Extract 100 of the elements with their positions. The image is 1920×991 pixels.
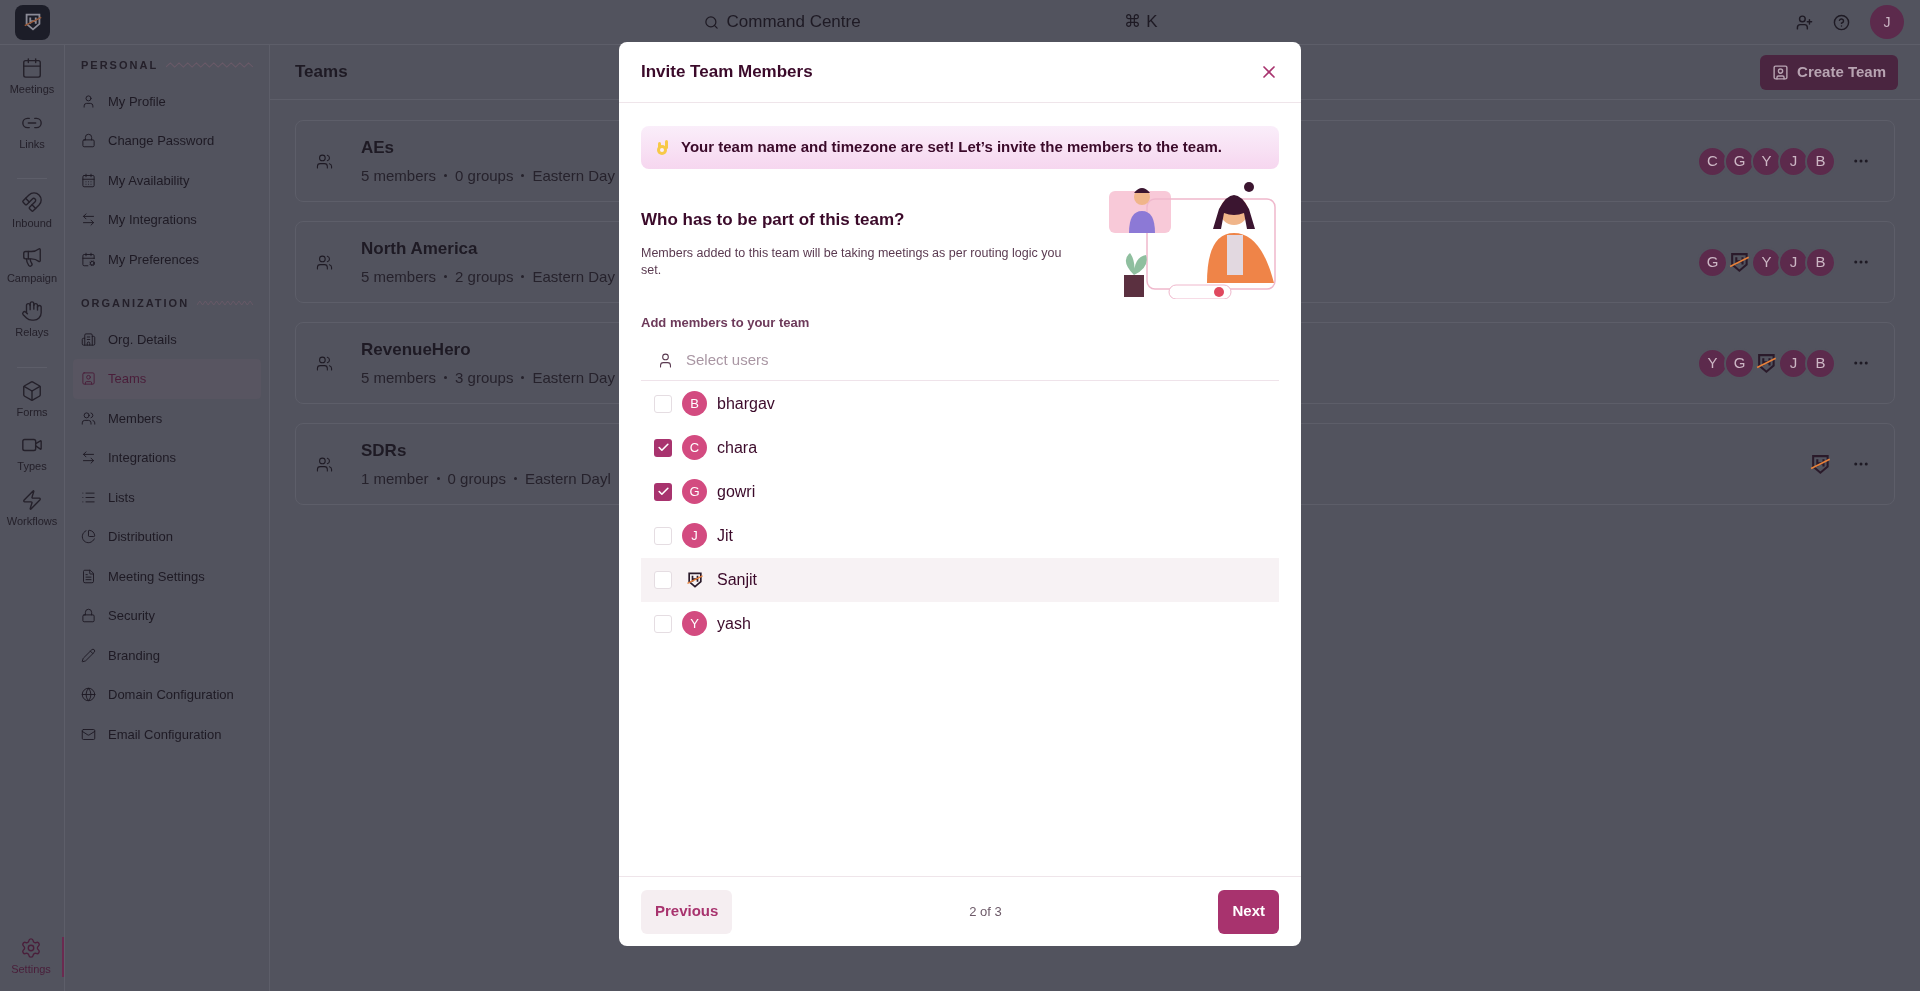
megaphone-icon — [21, 245, 43, 268]
arrows-icon — [81, 212, 96, 228]
box-icon — [21, 379, 43, 402]
users-icon — [81, 410, 96, 426]
building-icon — [81, 331, 96, 347]
user-avatar: B — [1805, 246, 1836, 278]
calendar-icon — [81, 251, 96, 267]
user-icon — [657, 351, 674, 369]
sidebar-item[interactable]: Distribution — [73, 517, 261, 557]
team-name: North America — [361, 238, 479, 260]
sidebar-item[interactable]: Email Configuration — [73, 714, 261, 754]
user-avatar: Y — [682, 611, 707, 636]
pencil-icon — [81, 647, 96, 663]
lightning-icon — [21, 488, 43, 511]
team-name: AEs — [361, 137, 396, 159]
user-avatar: C — [1697, 145, 1728, 177]
user-avatar: J — [1778, 246, 1809, 278]
user-avatar: G — [1724, 145, 1755, 177]
sidebar-item[interactable]: Org. Details — [73, 319, 261, 359]
settings-icon — [20, 936, 42, 959]
checkbox[interactable] — [654, 614, 672, 633]
team-name: SDRs — [361, 440, 408, 462]
sidebar-item[interactable]: Lists — [73, 477, 261, 517]
dialog-title: Invite Team Members — [641, 61, 813, 84]
people-card-icon — [81, 371, 96, 387]
sidebar-item[interactable]: My Preferences — [73, 239, 261, 279]
mail-icon — [81, 726, 96, 742]
member-option[interactable]: Sanjit — [641, 557, 1279, 602]
user-icon — [81, 93, 96, 109]
user-avatar: J — [1778, 145, 1809, 177]
check-icon — [656, 441, 670, 454]
command-search[interactable]: Command Centre ⌘ K — [695, 9, 1166, 35]
team-name: RevenueHero — [361, 339, 472, 361]
section-heading: Who has to be part of this team? — [641, 209, 906, 232]
sidebar-item[interactable]: Security — [73, 596, 261, 636]
help-icon[interactable] — [1833, 13, 1850, 31]
member-option[interactable]: C chara — [641, 425, 1279, 470]
check-icon — [656, 485, 670, 498]
sidebar-item[interactable]: Meeting Settings — [73, 556, 261, 596]
users-icon — [316, 354, 333, 372]
field-label: Add members to your team — [641, 314, 811, 332]
users-icon — [316, 253, 333, 271]
magnet-icon — [21, 191, 43, 213]
user-avatar: B — [1805, 347, 1836, 379]
member-name: yash — [717, 613, 751, 634]
app-logo[interactable] — [15, 4, 50, 40]
member-option[interactable]: Y yash — [641, 601, 1279, 646]
wavy-rule-icon — [166, 62, 253, 69]
checkbox[interactable] — [654, 394, 672, 413]
select-users-field[interactable]: Select users — [686, 348, 1263, 372]
search-label: Command Centre — [726, 11, 861, 34]
user-avatar: J — [682, 523, 707, 548]
calendar-icon — [21, 57, 43, 79]
shortcut-label: ⌘ K — [1124, 11, 1158, 34]
member-name: Jit — [717, 525, 733, 546]
sidebar-item[interactable]: My Profile — [73, 81, 261, 121]
sidebar-item[interactable]: Members — [73, 398, 261, 438]
checkbox[interactable] — [654, 570, 672, 589]
user-avatar: Y — [1751, 145, 1782, 177]
member-name: Sanjit — [717, 569, 758, 590]
user-avatar: B — [682, 391, 707, 416]
sidebar-item[interactable]: My Integrations — [73, 200, 261, 240]
member-name: bhargav — [717, 393, 775, 414]
sidebar-item[interactable]: Change Password — [73, 121, 261, 161]
create-team-button[interactable]: Create Team — [1760, 54, 1898, 90]
page-title: Teams — [295, 61, 348, 84]
user-avatar: G — [1697, 246, 1728, 278]
user-avatar: B — [1805, 145, 1836, 177]
sidebar-item[interactable]: Branding — [73, 635, 261, 675]
sidebar-item[interactable]: My Availability — [73, 160, 261, 200]
user-avatar: C — [682, 435, 707, 460]
next-button[interactable]: Next — [1218, 889, 1279, 934]
document-icon — [81, 568, 96, 584]
add-user-icon[interactable] — [1796, 13, 1813, 31]
sidebar-item[interactable]: Integrations — [73, 438, 261, 478]
user-avatar: J — [1778, 347, 1809, 379]
step-indicator: 2 of 3 — [968, 902, 1002, 921]
checkbox[interactable] — [654, 438, 672, 457]
member-name: chara — [717, 437, 758, 458]
users-icon — [316, 455, 333, 473]
calendar-icon — [81, 172, 96, 188]
member-option[interactable]: G gowri — [641, 469, 1279, 514]
lock-icon — [81, 608, 96, 624]
description-text: Members added to this team will be taking meetings as per routing logic you set. — [641, 244, 1063, 279]
banner-text: Your team name and timezone are set! Let’s invite the members to the team. — [681, 137, 1222, 158]
user-avatar: G — [682, 479, 707, 504]
checkbox[interactable] — [654, 482, 672, 501]
member-option[interactable]: J Jit — [641, 513, 1279, 558]
search-icon — [703, 14, 719, 30]
previous-button[interactable]: Previous — [641, 889, 733, 934]
people-card-icon — [1772, 63, 1790, 81]
sidebar-item[interactable]: Domain Configuration — [73, 675, 261, 715]
arrows-icon — [81, 450, 96, 466]
profile-avatar[interactable]: J — [1870, 5, 1904, 39]
globe-icon — [81, 687, 96, 703]
checkbox[interactable] — [654, 526, 672, 545]
pie-chart-icon — [81, 529, 96, 545]
lock-icon — [81, 133, 96, 149]
hand-icon — [21, 300, 43, 322]
member-option[interactable]: B bhargav — [641, 381, 1279, 426]
